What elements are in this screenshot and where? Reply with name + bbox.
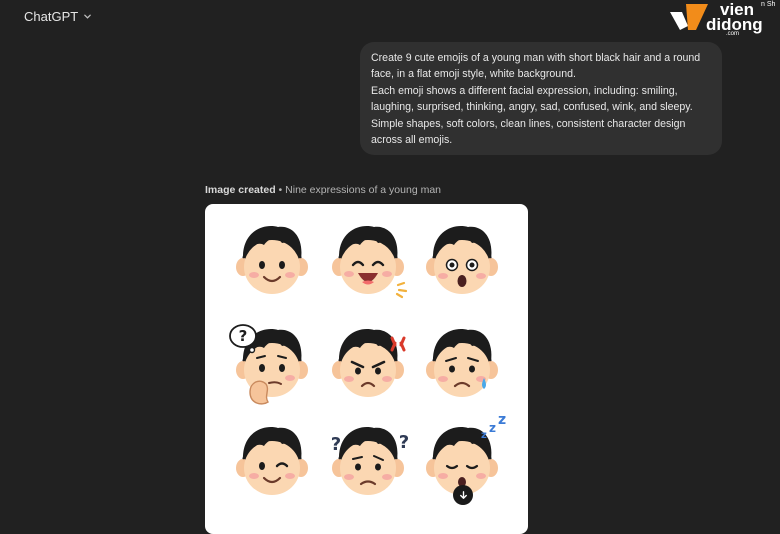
svg-text:?: ? bbox=[239, 327, 248, 345]
watermark-suffix: .com bbox=[726, 31, 740, 37]
message-line: Simple shapes, soft colors, clean lines,… bbox=[371, 117, 686, 130]
svg-text:?: ? bbox=[399, 432, 409, 453]
message-line: Each emoji shows a different facial expr… bbox=[371, 84, 678, 97]
generated-image[interactable]: ? ? ? z z z bbox=[205, 204, 528, 534]
svg-text:?: ? bbox=[331, 434, 341, 455]
download-button[interactable] bbox=[453, 485, 473, 505]
top-bar: ChatGPT vien n Sh didong .com bbox=[0, 0, 780, 38]
message-line: across all emojis. bbox=[371, 134, 453, 147]
svg-text:z: z bbox=[489, 421, 496, 435]
svg-text:z: z bbox=[481, 430, 487, 441]
emoji-thinking: ? bbox=[229, 324, 308, 405]
emoji-sad bbox=[426, 329, 498, 397]
image-status: Image created bbox=[205, 184, 276, 196]
user-message-bubble: Create 9 cute emojis of a young man with… bbox=[360, 42, 722, 155]
emoji-sleepy: z z z bbox=[426, 412, 506, 495]
emoji-grid: ? ? ? z z z bbox=[229, 226, 506, 495]
message-line: face, in a flat emoji style, white backg… bbox=[371, 68, 576, 81]
caption-separator: • bbox=[278, 184, 283, 196]
image-caption: Image created • Nine expressions of a yo… bbox=[205, 184, 441, 196]
emoji-wink bbox=[236, 427, 308, 495]
emoji-confused: ? ? bbox=[331, 427, 409, 495]
svg-text:z: z bbox=[498, 412, 506, 428]
watermark-logo: vien n Sh didong .com bbox=[668, 0, 780, 38]
brand-logo-icon bbox=[670, 4, 708, 30]
emoji-laughing bbox=[332, 226, 408, 299]
model-selector[interactable]: ChatGPT bbox=[24, 9, 92, 24]
emoji-angry bbox=[332, 329, 406, 397]
message-line: laughing, surprised, thinking, angry, sa… bbox=[371, 101, 693, 114]
watermark-small: n Sh bbox=[761, 1, 776, 8]
emoji-surprised bbox=[426, 226, 498, 294]
model-label: ChatGPT bbox=[24, 9, 79, 24]
chevron-down-icon bbox=[84, 14, 92, 19]
image-title: Nine expressions of a young man bbox=[285, 184, 441, 196]
download-icon bbox=[459, 490, 467, 499]
message-line: Create 9 cute emojis of a young man with… bbox=[371, 52, 701, 64]
emoji-smiling bbox=[236, 226, 308, 294]
